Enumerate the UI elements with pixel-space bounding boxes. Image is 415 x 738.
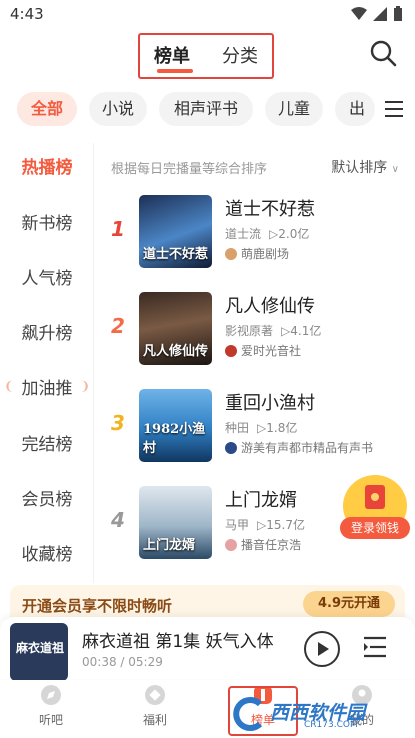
player-cover-text: 麻衣道祖 — [16, 641, 65, 655]
book-author: 游美有声都市精品有声书 — [225, 439, 373, 456]
mini-player[interactable]: 麻衣道祖 麻衣道祖 第1集 妖气入体 00:38 / 05:29 — [0, 617, 415, 681]
avatar — [225, 538, 237, 551]
book-row[interactable]: 3 1982小渔村 重回小渔村 种田 ▷1.8亿 游美有声都市精品有声书 — [94, 389, 415, 479]
chip-novel[interactable]: 小说 — [89, 92, 147, 126]
ranking-description: 根据每日完播量等综合排序 — [111, 162, 268, 177]
chip-more-partial[interactable]: 出 — [335, 92, 375, 126]
book-meta: 种田 ▷1.8亿 — [225, 419, 297, 436]
sidebar-item-rising[interactable]: 飙升榜 — [0, 319, 94, 349]
book-cover: 凡人修仙传 — [139, 292, 212, 365]
sort-label: 默认排序 — [331, 160, 388, 176]
sidebar-item-popular[interactable]: 人气榜 — [0, 264, 94, 294]
chevron-down-icon: ∨ — [391, 164, 399, 175]
book-tag: 马甲 — [225, 518, 250, 532]
chip-all[interactable]: 全部 — [17, 92, 77, 126]
sidebar-item-new[interactable]: 新书榜 — [0, 209, 94, 239]
book-author: 播音任京浩 — [225, 536, 301, 553]
chip-children[interactable]: 儿童 — [265, 92, 323, 126]
play-button[interactable] — [304, 631, 340, 667]
tab-underline — [157, 69, 193, 73]
wifi-icon — [351, 7, 367, 20]
book-cover: 道士不好惹 — [139, 195, 212, 268]
login-reward-label: 登录领钱 — [340, 517, 410, 539]
search-icon[interactable] — [369, 39, 397, 67]
category-chips: 全部 小说 相声评书 儿童 出 — [0, 89, 415, 129]
tab-rankings[interactable]: 榜单 — [154, 42, 190, 68]
author-name: 爱时光音社 — [241, 344, 302, 358]
login-reward-button[interactable]: 登录领钱 — [340, 475, 410, 543]
book-row[interactable]: 2 凡人修仙传 凡人修仙传 影视原著 ▷4.1亿 爱时光音社 — [94, 292, 415, 382]
battery-icon — [394, 6, 402, 21]
compass-icon — [41, 685, 61, 705]
status-time: 4:43 — [10, 5, 44, 23]
sidebar-item-vip[interactable]: 会员榜 — [0, 485, 94, 515]
book-meta: 道士流 ▷2.0亿 — [225, 225, 309, 242]
book-author: 爱时光音社 — [225, 342, 301, 359]
sort-dropdown[interactable]: 默认排序 ∨ — [331, 157, 399, 177]
status-bar: 4:43 — [0, 0, 415, 30]
author-name: 萌鹿剧场 — [241, 247, 290, 261]
cover-text: 凡人修仙传 — [143, 344, 209, 359]
author-name: 播音任京浩 — [241, 538, 302, 552]
book-meta: 马甲 ▷15.7亿 — [225, 516, 305, 533]
top-tab-group: 榜单 分类 — [138, 33, 274, 79]
book-title: 道士不好惹 — [225, 199, 315, 220]
book-meta: 影视原著 ▷4.1亿 — [225, 322, 321, 339]
play-count: ▷4.1亿 — [281, 324, 322, 338]
avatar — [225, 441, 237, 454]
book-title: 重回小渔村 — [225, 393, 315, 414]
rank-number: 4 — [111, 508, 125, 532]
signal-icon — [373, 7, 387, 21]
sidebar-item-boost-wrap[interactable]: ❨ 加油推 ❩ — [0, 374, 94, 404]
ranking-sidebar: 热播榜 新书榜 人气榜 飙升榜 ❨ 加油推 ❩ 完结榜 会员榜 收藏榜 — [0, 143, 94, 583]
gift-icon — [145, 685, 165, 705]
sidebar-item-hot[interactable]: 热播榜 — [0, 153, 94, 183]
book-tag: 种田 — [225, 421, 250, 435]
cover-text: 1982小渔村 — [143, 422, 206, 456]
rank-number: 2 — [111, 314, 125, 338]
watermark-sub: CR173.COM — [304, 720, 358, 730]
book-author: 萌鹿剧场 — [225, 245, 289, 262]
sidebar-item-favorites[interactable]: 收藏榜 — [0, 540, 94, 570]
book-tag: 道士流 — [225, 227, 262, 241]
sidebar-item-completed[interactable]: 完结榜 — [0, 430, 94, 460]
vip-open-button[interactable]: 4.9元开通 — [303, 591, 395, 617]
player-title: 麻衣道祖 第1集 妖气入体 — [82, 632, 274, 652]
vip-banner-text: 开通会员享不限时畅听 — [22, 597, 173, 615]
player-cover: 麻衣道祖 — [10, 623, 68, 681]
play-icon — [318, 642, 329, 656]
play-count: ▷2.0亿 — [269, 227, 310, 241]
book-tag: 影视原著 — [225, 324, 274, 338]
menu-icon[interactable] — [383, 99, 405, 119]
watermark-logo: 西西软件园 CR173.COM — [232, 690, 412, 736]
playlist-icon[interactable] — [362, 635, 388, 659]
play-count: ▷1.8亿 — [257, 421, 298, 435]
leaf-right-icon: ❩ — [79, 379, 90, 393]
book-cover: 上门龙婿 — [139, 486, 212, 559]
book-title: 上门龙婿 — [225, 490, 297, 511]
book-row[interactable]: 1 道士不好惹 道士不好惹 道士流 ▷2.0亿 萌鹿剧场 — [94, 195, 415, 285]
nav-welfare-label: 福利 — [142, 713, 167, 727]
nav-welfare[interactable]: 福利 — [115, 684, 195, 736]
nav-listen-label: 听吧 — [38, 713, 63, 727]
cover-text: 上门龙婿 — [143, 538, 196, 553]
book-cover: 1982小渔村 — [139, 389, 212, 462]
watermark-c-icon — [233, 697, 263, 731]
avatar — [225, 344, 237, 357]
cover-text: 道士不好惹 — [143, 247, 209, 262]
avatar — [225, 247, 237, 260]
book-title: 凡人修仙传 — [225, 296, 315, 317]
nav-listen[interactable]: 听吧 — [11, 684, 91, 736]
tab-categories[interactable]: 分类 — [222, 42, 258, 68]
rank-number: 3 — [111, 411, 125, 435]
play-count: ▷15.7亿 — [257, 518, 305, 532]
chip-crosstalk[interactable]: 相声评书 — [159, 92, 253, 126]
status-icons — [351, 6, 403, 22]
rank-number: 1 — [111, 217, 125, 241]
player-time: 00:38 / 05:29 — [82, 655, 163, 669]
author-name: 游美有声都市精品有声书 — [241, 441, 374, 455]
